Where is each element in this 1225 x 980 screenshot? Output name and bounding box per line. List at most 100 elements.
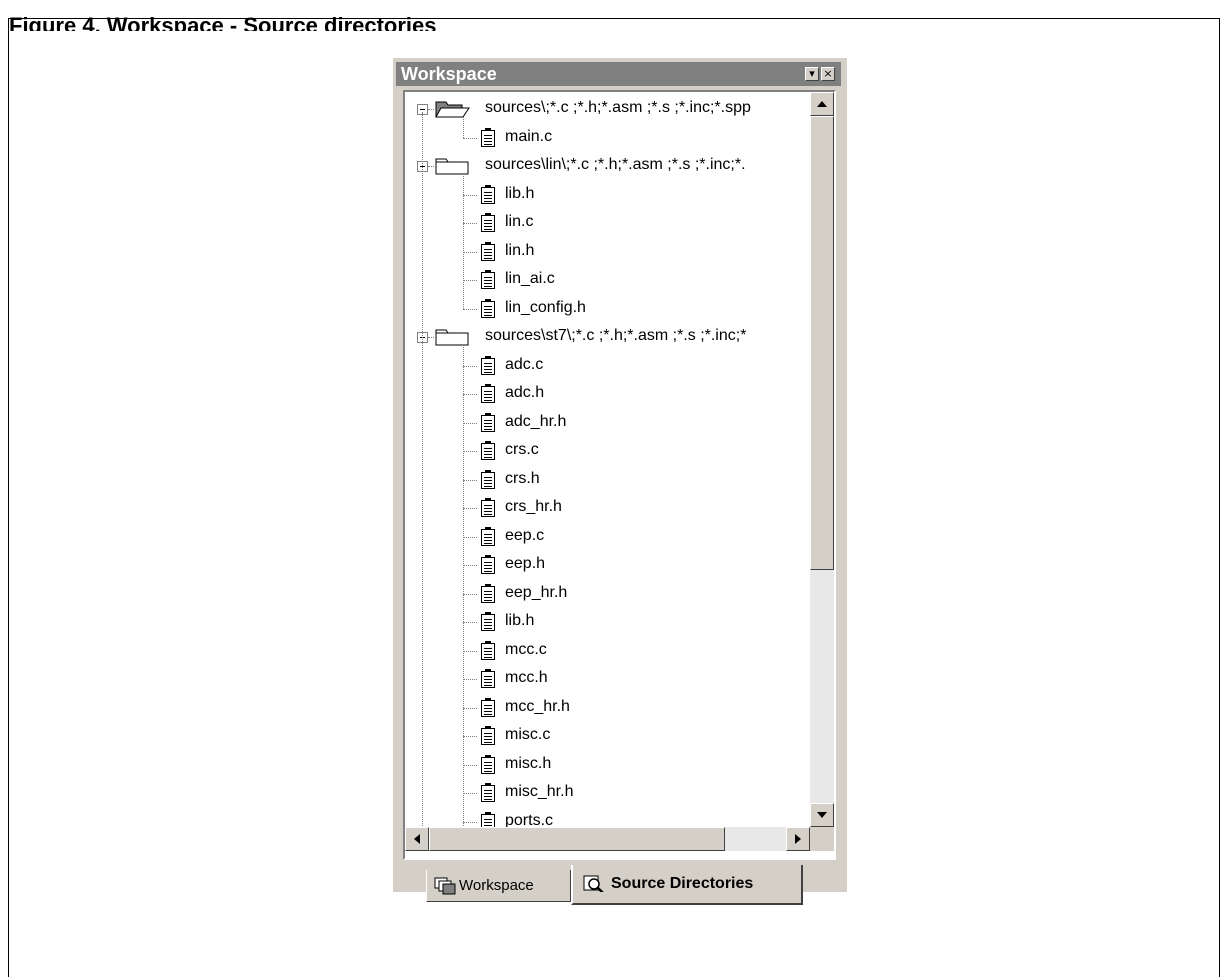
- folder-icon: [435, 327, 469, 346]
- file-label: mcc.c: [505, 640, 547, 658]
- file-icon: [481, 697, 495, 717]
- file-label: eep_hr.h: [505, 583, 568, 601]
- tree-connector: [463, 137, 477, 139]
- file-label: adc.c: [505, 355, 544, 373]
- tree-file-row[interactable]: crs.h: [405, 466, 810, 494]
- open-folder-icon: [435, 99, 470, 118]
- file-label: ports.c: [505, 811, 554, 828]
- tree-connector: [463, 736, 477, 737]
- tree-file-row[interactable]: lib.h: [405, 181, 810, 209]
- tree-file-row[interactable]: adc.h: [405, 380, 810, 408]
- tab-workspace-label: Workspace: [459, 877, 534, 894]
- source-directories-tab-icon: [583, 875, 604, 892]
- tree-connector: [463, 508, 477, 509]
- tree-file-row[interactable]: crs.c: [405, 437, 810, 465]
- file-label: eep.h: [505, 555, 546, 572]
- tree-file-row[interactable]: eep.h: [405, 551, 810, 579]
- file-label: misc.c: [505, 726, 551, 743]
- file-icon: [481, 783, 495, 802]
- file-label: lin_ai.c: [505, 270, 555, 287]
- file-icon: [481, 270, 495, 289]
- file-label: mcc.h: [505, 669, 548, 686]
- tree-file-row[interactable]: adc.c: [405, 352, 810, 380]
- scroll-down-button[interactable]: [810, 803, 834, 827]
- tab-source-directories-label: Source Directories: [611, 875, 754, 892]
- tree-connector: [463, 536, 477, 538]
- tree-file-row[interactable]: crs_hr.h: [405, 494, 810, 522]
- file-label: lib.h: [505, 184, 535, 202]
- tree-connector: [463, 280, 477, 281]
- tree-connector: [463, 117, 464, 138]
- tree-connector: [463, 251, 477, 253]
- scroll-left-button[interactable]: [405, 827, 429, 851]
- scroll-right-button[interactable]: [786, 827, 810, 851]
- file-icon: [481, 355, 495, 375]
- tree-connector: [463, 479, 477, 481]
- scroll-up-button[interactable]: [810, 92, 834, 116]
- tree-connector: [463, 422, 477, 424]
- tree-file-row[interactable]: lin_ai.c: [405, 266, 810, 294]
- file-icon: [481, 298, 495, 318]
- vertical-scroll-thumb[interactable]: [810, 116, 834, 570]
- tree-file-row[interactable]: mcc.h: [405, 665, 810, 693]
- file-label: mcc_hr.h: [505, 697, 570, 715]
- close-icon[interactable]: ×: [821, 67, 835, 81]
- tree-connector: [463, 565, 477, 566]
- tree-file-row[interactable]: ports.c: [405, 808, 810, 828]
- tree-connector: [463, 764, 477, 766]
- panel-titlebar[interactable]: Workspace ▾ ×: [396, 62, 841, 86]
- file-icon: [481, 412, 495, 432]
- workspace-panel: Workspace ▾ × sources\;*.c ;*.h;*.asm ;*…: [393, 58, 847, 905]
- folder-label: sources\lin\;*.c ;*.h;*.asm ;*.s ;*.inc;…: [485, 156, 746, 173]
- tree-connector: [463, 679, 477, 680]
- vertical-scrollbar[interactable]: [810, 92, 834, 827]
- folder-label: sources\st7\;*.c ;*.h;*.asm ;*.s ;*.inc;…: [485, 327, 747, 344]
- horizontal-scroll-thumb[interactable]: [429, 827, 725, 851]
- file-icon: [481, 526, 495, 546]
- tree-file-row[interactable]: mcc_hr.h: [405, 694, 810, 722]
- file-icon: [481, 583, 495, 603]
- horizontal-scrollbar[interactable]: [405, 827, 810, 851]
- source-tree: sources\;*.c ;*.h;*.asm ;*.s ;*.inc;*.sp…: [403, 90, 836, 860]
- tree-connector: [463, 821, 477, 823]
- tree-connector: [428, 109, 434, 110]
- file-label: main.c: [505, 127, 553, 145]
- tree-file-row[interactable]: eep_hr.h: [405, 580, 810, 608]
- tree-file-row[interactable]: misc.h: [405, 751, 810, 779]
- file-icon: [481, 754, 495, 774]
- tree-folder-row[interactable]: sources\lin\;*.c ;*.h;*.asm ;*.s ;*.inc;…: [405, 152, 810, 180]
- file-label: crs.c: [505, 441, 539, 458]
- tree-file-row[interactable]: misc_hr.h: [405, 779, 810, 807]
- tree-content: sources\;*.c ;*.h;*.asm ;*.s ;*.inc;*.sp…: [405, 92, 810, 827]
- tree-file-row[interactable]: lib.h: [405, 608, 810, 636]
- tab-workspace[interactable]: Workspace: [426, 870, 571, 902]
- tree-connector: [463, 593, 477, 595]
- file-icon: [481, 441, 495, 460]
- file-icon: [481, 384, 495, 403]
- file-label: adc.h: [505, 384, 545, 401]
- tree-folder-row[interactable]: sources\st7\;*.c ;*.h;*.asm ;*.s ;*.inc;…: [405, 323, 810, 351]
- tree-file-row[interactable]: adc_hr.h: [405, 409, 810, 437]
- folder-label: sources\;*.c ;*.h;*.asm ;*.s ;*.inc;*.sp…: [485, 99, 751, 116]
- tree-file-row[interactable]: lin_config.h: [405, 295, 810, 323]
- file-icon: [481, 726, 495, 745]
- tree-connector: [422, 112, 423, 827]
- tree-folder-row[interactable]: sources\;*.c ;*.h;*.asm ;*.s ;*.inc;*.sp…: [405, 95, 810, 123]
- file-icon: [481, 241, 495, 261]
- panel-title: Workspace: [401, 64, 497, 84]
- file-label: lin_config.h: [505, 298, 586, 316]
- file-label: crs_hr.h: [505, 498, 562, 515]
- tree-file-row[interactable]: mcc.c: [405, 637, 810, 665]
- tab-source-directories[interactable]: Source Directories: [571, 865, 803, 905]
- file-icon: [481, 184, 495, 204]
- file-label: lib.h: [505, 612, 535, 629]
- tree-file-row[interactable]: lin.h: [405, 238, 810, 266]
- tree-file-row[interactable]: misc.c: [405, 722, 810, 750]
- tree-file-row[interactable]: eep.c: [405, 523, 810, 551]
- tree-connector: [463, 174, 464, 309]
- menu-arrow-icon[interactable]: ▾: [805, 67, 819, 81]
- tree-file-row[interactable]: lin.c: [405, 209, 810, 237]
- tree-connector: [463, 451, 477, 452]
- tree-file-row[interactable]: main.c: [405, 124, 810, 152]
- tree-connector: [463, 622, 477, 623]
